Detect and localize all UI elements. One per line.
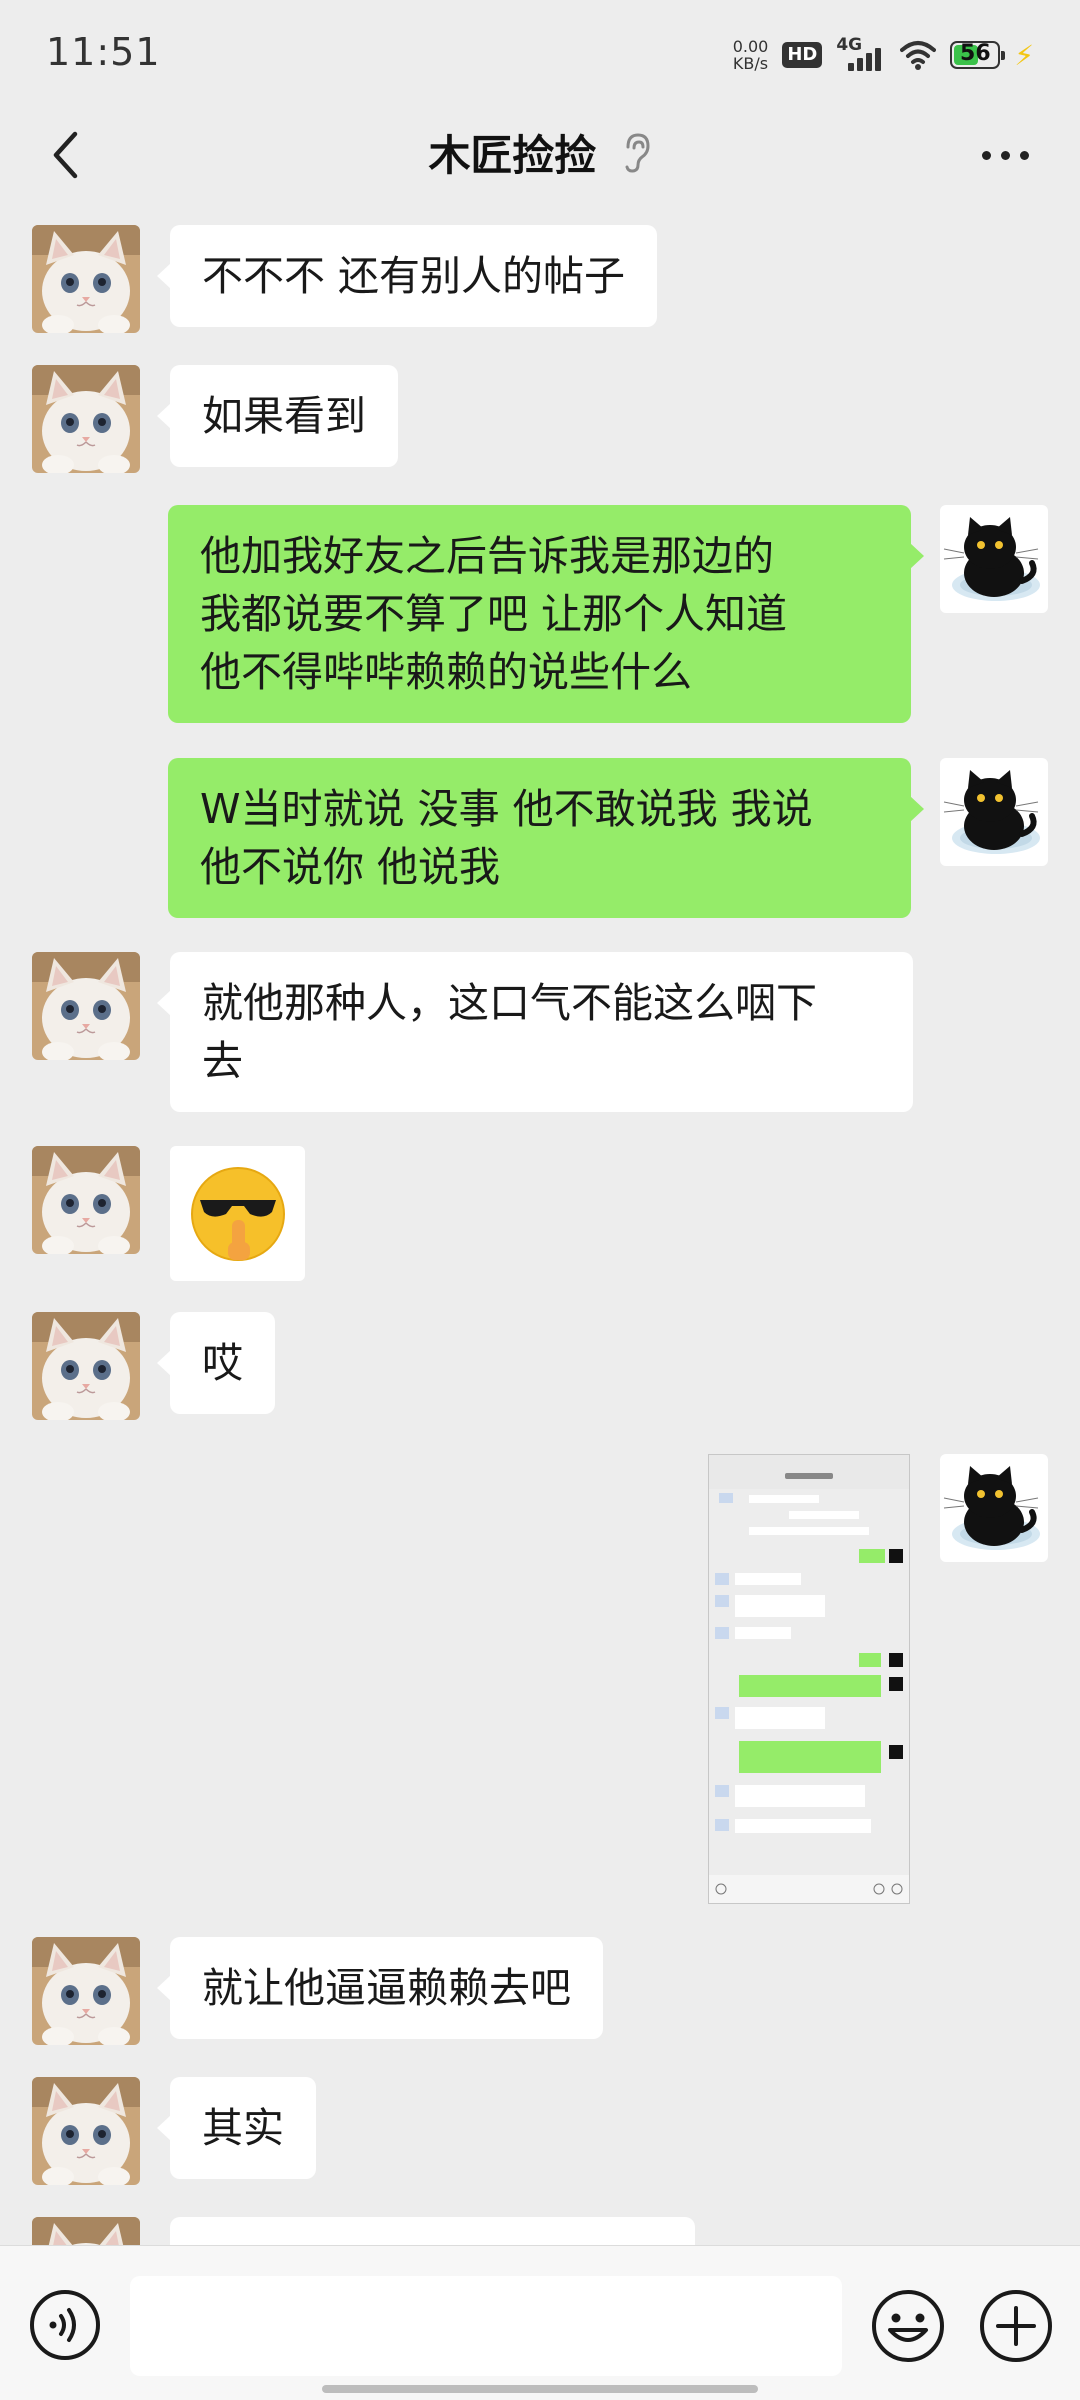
contact-avatar[interactable]: [32, 952, 140, 1060]
plus-circle-icon: [980, 2290, 1052, 2362]
more-functions-button[interactable]: [978, 2288, 1054, 2364]
incoming-message[interactable]: 就让他逼逼赖赖去吧: [157, 1937, 603, 2039]
my-avatar[interactable]: [940, 505, 1048, 613]
contact-avatar[interactable]: [32, 365, 140, 473]
contact-avatar[interactable]: [32, 1937, 140, 2045]
more-dots-icon: [981, 150, 991, 160]
ear-icon: [625, 132, 650, 173]
message-input[interactable]: [130, 2276, 842, 2376]
net-speed-value: 0.00: [732, 37, 769, 56]
message-list[interactable]: 不不不 还有别人的帖子 如果看到 他加我好友之后告诉我是那边的 我都说要不算了吧…: [0, 210, 1080, 2245]
voice-icon: [30, 2290, 100, 2360]
input-bar: [0, 2245, 1080, 2400]
emoji-button[interactable]: [870, 2288, 946, 2364]
contact-avatar[interactable]: [32, 225, 140, 333]
outgoing-message[interactable]: 他加我好友之后告诉我是那边的 我都说要不算了吧 让那个人知道 他不得哔哔赖赖的说…: [168, 505, 924, 723]
status-bar: 11:51 0.00 KB/s HD 4G 56 ⚡: [0, 0, 1080, 100]
cellular-signal-icon: 4G: [836, 35, 886, 73]
hd-badge: HD: [782, 42, 823, 68]
battery-icon: 56: [950, 41, 1006, 69]
contact-avatar[interactable]: [32, 2217, 140, 2245]
wifi-icon: [900, 41, 937, 70]
status-time: 11:51: [46, 30, 161, 74]
outgoing-message[interactable]: W当时就说 没事 他不敢说我 我说 他不说你 他说我: [168, 758, 924, 918]
net-speed-unit: KB/s: [732, 54, 769, 73]
emoji-smile-icon: [872, 2290, 944, 2362]
incoming-message[interactable]: 其实: [157, 2077, 316, 2179]
more-options-button[interactable]: [970, 125, 1040, 185]
home-indicator[interactable]: [322, 2385, 758, 2393]
charging-icon: ⚡: [1014, 38, 1034, 72]
emoji-message[interactable]: [170, 1146, 305, 1281]
incoming-message[interactable]: 不不不 还有别人的帖子: [156, 225, 658, 327]
status-icons: 0.00 KB/s HD 4G 56 ⚡: [733, 34, 1034, 76]
incoming-message[interactable]: 哎: [157, 1312, 275, 1414]
image-message[interactable]: [708, 1454, 910, 1904]
battery-level: 56: [960, 41, 991, 66]
incoming-message-partial[interactable]: [170, 2217, 695, 2245]
incoming-message[interactable]: 就他那种人，这口气不能这么咽下 去: [157, 952, 913, 1112]
my-avatar[interactable]: [940, 1454, 1048, 1562]
network-type-label: 4G: [836, 35, 863, 55]
title-area: 木匠捡捡: [0, 122, 1080, 183]
chat-title: 木匠捡捡: [428, 131, 597, 180]
contact-avatar[interactable]: [32, 1146, 140, 1254]
contact-avatar[interactable]: [32, 1312, 140, 1420]
incoming-message[interactable]: 如果看到: [157, 365, 398, 467]
sunglasses-shush-emoji: [190, 1166, 285, 1261]
chat-header: 木匠捡捡: [0, 100, 1080, 210]
voice-input-button[interactable]: [28, 2288, 102, 2362]
my-avatar[interactable]: [940, 758, 1048, 866]
contact-avatar[interactable]: [32, 2077, 140, 2185]
net-speed: 0.00 KB/s: [733, 38, 769, 72]
chat-screenshot-thumbnail: [709, 1455, 909, 1903]
